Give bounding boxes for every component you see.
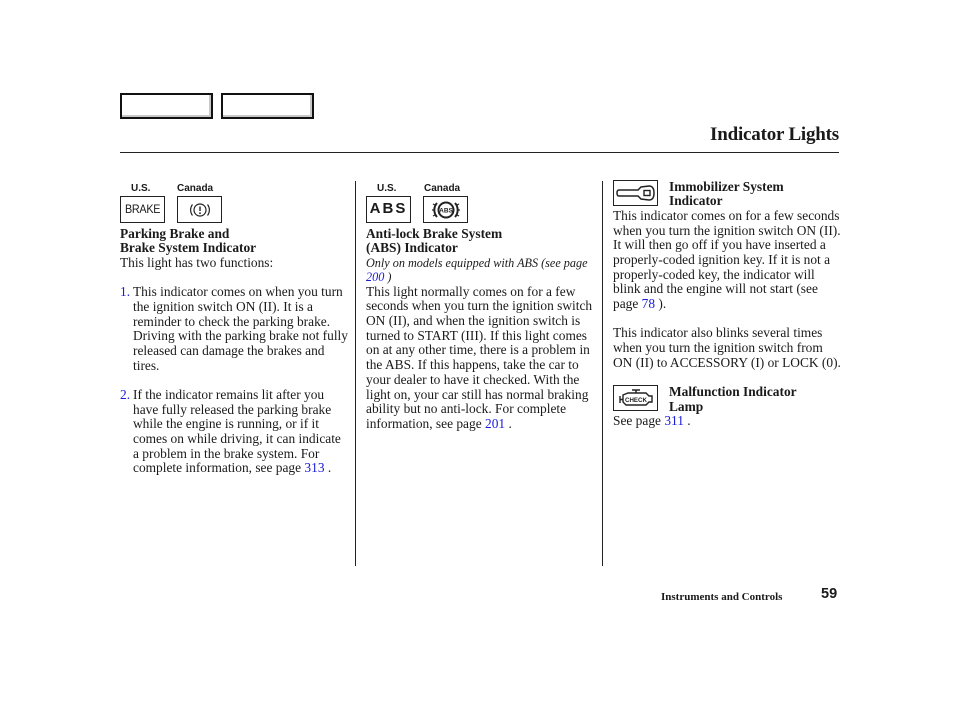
list-number: 2. bbox=[120, 386, 131, 402]
column-divider-2 bbox=[602, 181, 603, 566]
column-divider-1 bbox=[355, 181, 356, 566]
page-link-311[interactable]: 311 bbox=[664, 413, 684, 428]
region-label-canada: Canada bbox=[424, 183, 461, 194]
parking-brake-intro: This light has two functions: bbox=[120, 254, 274, 270]
footer-section-title: Instruments and Controls bbox=[661, 591, 783, 603]
brake-circle-exclamation-icon bbox=[177, 196, 222, 223]
abs-heading: Anti-lock Brake System (ABS) Indicator bbox=[366, 226, 503, 256]
region-label-us: U.S. bbox=[131, 183, 151, 194]
title-divider bbox=[120, 152, 839, 153]
key-icon bbox=[613, 180, 658, 206]
immobilizer-heading: Immobilizer System Indicator bbox=[669, 179, 784, 209]
svg-text:CHECK: CHECK bbox=[624, 397, 647, 404]
list-item: 1. This indicator comes on when you turn… bbox=[120, 284, 350, 373]
region-labels: U.S. Canada bbox=[366, 182, 596, 195]
nav-tab-box-2[interactable] bbox=[221, 93, 314, 119]
page-title: Indicator Lights bbox=[710, 124, 839, 145]
region-label-us: U.S. bbox=[377, 183, 397, 194]
page-link-78[interactable]: 78 bbox=[642, 296, 655, 311]
page-link-201[interactable]: 201 bbox=[485, 416, 505, 431]
malfunction-body: See page 311 . bbox=[613, 413, 691, 429]
immobilizer-section: Immobilizer System Indicator This indica… bbox=[613, 179, 841, 429]
immobilizer-para1: This indicator comes on for a few second… bbox=[613, 207, 841, 312]
malfunction-heading: Malfunction Indicator Lamp bbox=[669, 384, 797, 414]
page-number: 59 bbox=[821, 586, 838, 602]
malfunction-section: CHECK Malfunction Indicator Lamp bbox=[613, 385, 841, 414]
parking-brake-section: U.S. Canada BRAKE Parking Brake and Brak… bbox=[120, 182, 350, 476]
immobilizer-para2: This indicator also blinks several times… bbox=[613, 325, 841, 370]
abs-body: This light normally comes on for a few s… bbox=[366, 283, 593, 431]
abs-text-icon: ABS bbox=[366, 196, 411, 223]
list-number: 1. bbox=[120, 284, 131, 300]
abs-section: U.S. Canada ABS ABS Anti-lock Brake Syst… bbox=[366, 182, 596, 432]
list-text: This indicator comes on when you turn th… bbox=[133, 284, 348, 373]
region-label-canada: Canada bbox=[177, 183, 214, 194]
abs-circle-icon: ABS bbox=[423, 196, 468, 223]
svg-text:ABS: ABS bbox=[439, 207, 453, 214]
page-link-313[interactable]: 313 bbox=[304, 460, 324, 476]
check-engine-icon: CHECK bbox=[613, 385, 658, 412]
page-link-200[interactable]: 200 bbox=[366, 270, 384, 284]
list-item: 2. If the indicator remains lit after yo… bbox=[120, 386, 341, 476]
brake-text-icon: BRAKE bbox=[120, 196, 165, 223]
region-labels: U.S. Canada bbox=[120, 182, 350, 195]
nav-tab-box-1[interactable] bbox=[120, 93, 213, 119]
parking-brake-heading: Parking Brake and Brake System Indicator bbox=[120, 226, 257, 256]
abs-note: Only on models equipped with ABS (see pa… bbox=[366, 255, 588, 285]
